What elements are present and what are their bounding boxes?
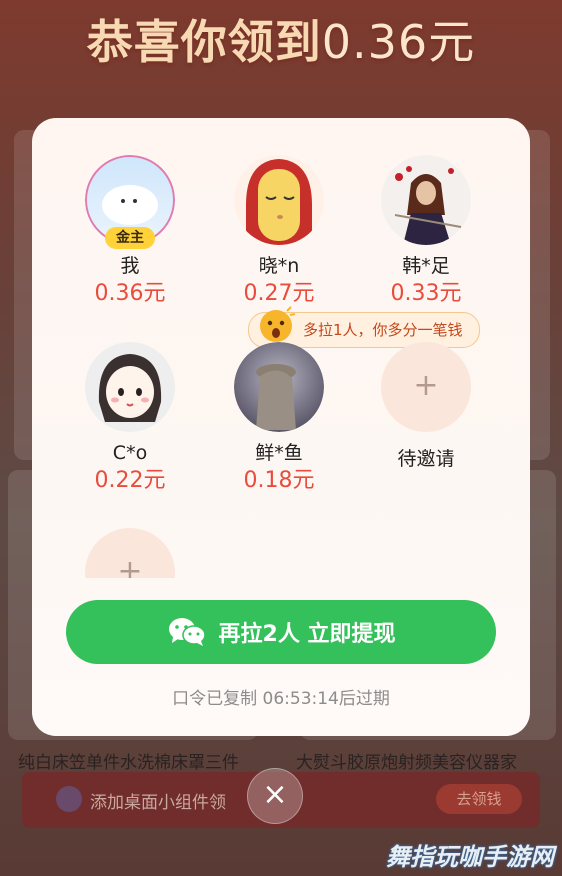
member-card: 晓*n 0.27元: [204, 155, 354, 307]
avatar: [381, 155, 471, 245]
member-name: 韩*足: [402, 255, 450, 277]
add-member-icon[interactable]: +: [381, 342, 471, 432]
background-product-title: 纯白床笠单件水洗棉床罩三件: [18, 753, 239, 773]
copied-status-text: 口令已复制 06:53:14后过期: [172, 689, 390, 709]
member-amount: 0.22元: [94, 468, 166, 493]
excited-emoji-icon: [260, 306, 296, 342]
avatar: [234, 342, 324, 432]
member-name: 鲜*鱼: [255, 442, 303, 464]
pending-invite-slot[interactable]: +: [85, 528, 175, 578]
cartoon-girl-avatar-icon: [234, 155, 324, 245]
sponsor-badge: 金主: [105, 227, 155, 249]
widget-banner-text: 添加桌面小组件领: [90, 793, 226, 813]
reward-title-text: 恭喜你领到: [86, 15, 322, 69]
member-card: C*o 0.22元: [55, 342, 205, 494]
reward-title: 恭喜你领到0.36元: [0, 6, 562, 72]
member-name: 晓*n: [258, 255, 300, 277]
photo-avatar-icon: [234, 342, 324, 432]
member-amount: 0.36元: [94, 281, 166, 306]
member-card: 鲜*鱼 0.18元: [204, 342, 354, 494]
cartoon-girl-avatar-icon: [85, 342, 175, 432]
invite-withdraw-button[interactable]: 再拉2人 立即提现: [66, 600, 496, 664]
member-name: C*o: [112, 442, 148, 464]
add-member-icon[interactable]: +: [85, 528, 175, 578]
watermark: 舞指玩咖手游网: [386, 843, 554, 871]
invite-withdraw-label: 再拉2人 立即提现: [218, 622, 396, 647]
reward-amount: 0.36元: [321, 15, 476, 69]
close-button[interactable]: ×: [247, 768, 303, 824]
avatar: [85, 342, 175, 432]
wechat-icon: [168, 618, 206, 646]
pending-invite-label: 待邀请: [397, 448, 455, 470]
widget-banner-button: 去领钱: [436, 784, 522, 814]
pending-invite-slot[interactable]: + 待邀请: [351, 342, 501, 471]
widget-icon: [56, 786, 82, 812]
member-name: 我: [120, 255, 140, 277]
member-amount: 0.18元: [243, 468, 315, 493]
member-card-me: 金主 我 0.36元: [55, 155, 205, 307]
avatar: 金主: [85, 155, 175, 249]
avatar: [234, 155, 324, 245]
member-amount: 0.33元: [390, 281, 462, 306]
invite-tip-text: 多拉1人，你多分一笔钱: [303, 321, 463, 339]
background-product-title: 大熨斗胶原炮射频美容仪器家: [296, 753, 517, 773]
anime-warrior-avatar-icon: [381, 155, 471, 245]
member-card: 韩*足 0.33元: [351, 155, 501, 307]
